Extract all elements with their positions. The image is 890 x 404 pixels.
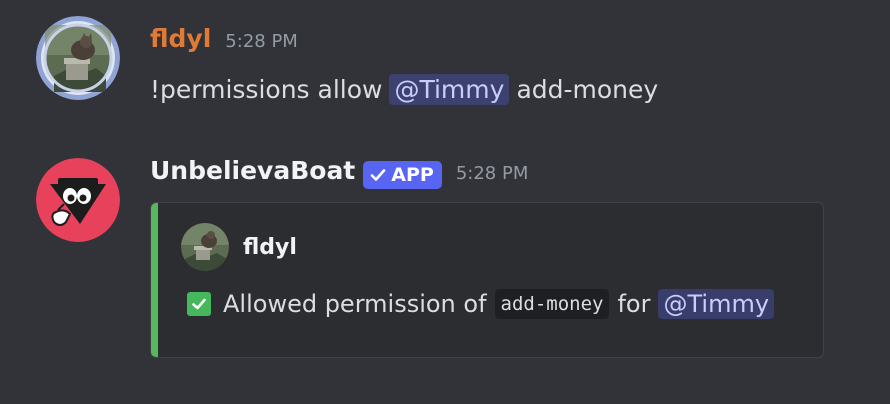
- inline-code: add-money: [494, 289, 610, 319]
- embed-description: Allowed permission of add-money for @Tim…: [187, 289, 775, 319]
- embed-text: Allowed permission of: [223, 290, 487, 318]
- message-unbelievaboat: UnbelievaBoat APP 5:28 PM fldyl Allowed …: [0, 140, 890, 380]
- timestamp: 5:28 PM: [455, 163, 529, 184]
- embed-color-bar: [151, 203, 158, 357]
- message-text: add-money: [516, 75, 659, 104]
- app-badge-label: APP: [391, 164, 434, 186]
- username[interactable]: UnbelievaBoat: [150, 156, 355, 185]
- message-fldyl: fldyl 5:28 PM !permissions allow @Timmy …: [0, 0, 890, 130]
- user-mention[interactable]: @Timmy: [389, 74, 510, 105]
- embed: fldyl Allowed permission of add-money fo…: [150, 202, 824, 358]
- message-header: UnbelievaBoat APP 5:28 PM: [150, 156, 528, 192]
- app-badge: APP: [363, 161, 442, 189]
- chat-log: fldyl 5:28 PM !permissions allow @Timmy …: [0, 0, 890, 404]
- user-mention[interactable]: @Timmy: [658, 289, 775, 319]
- message-header: fldyl 5:28 PM: [150, 24, 298, 60]
- bot-avatar[interactable]: [36, 158, 120, 242]
- timestamp: 5:28 PM: [225, 31, 298, 52]
- cat-photo-avatar: [181, 223, 229, 271]
- embed-author-avatar[interactable]: [181, 223, 229, 271]
- embed-text: for: [617, 290, 651, 318]
- message-text: !permissions allow: [150, 75, 383, 104]
- username[interactable]: fldyl: [150, 24, 211, 53]
- user-avatar-fldyl[interactable]: [36, 16, 120, 100]
- white-check-mark-icon: [187, 292, 211, 316]
- message-content: !permissions allow @Timmy add-money: [150, 74, 658, 105]
- cat-photo-avatar: [36, 16, 120, 100]
- embed-author-name[interactable]: fldyl: [243, 235, 297, 260]
- unbelievaboat-logo-icon: [36, 158, 120, 242]
- embed-author: fldyl: [181, 223, 297, 271]
- checkmark-icon: [370, 169, 386, 181]
